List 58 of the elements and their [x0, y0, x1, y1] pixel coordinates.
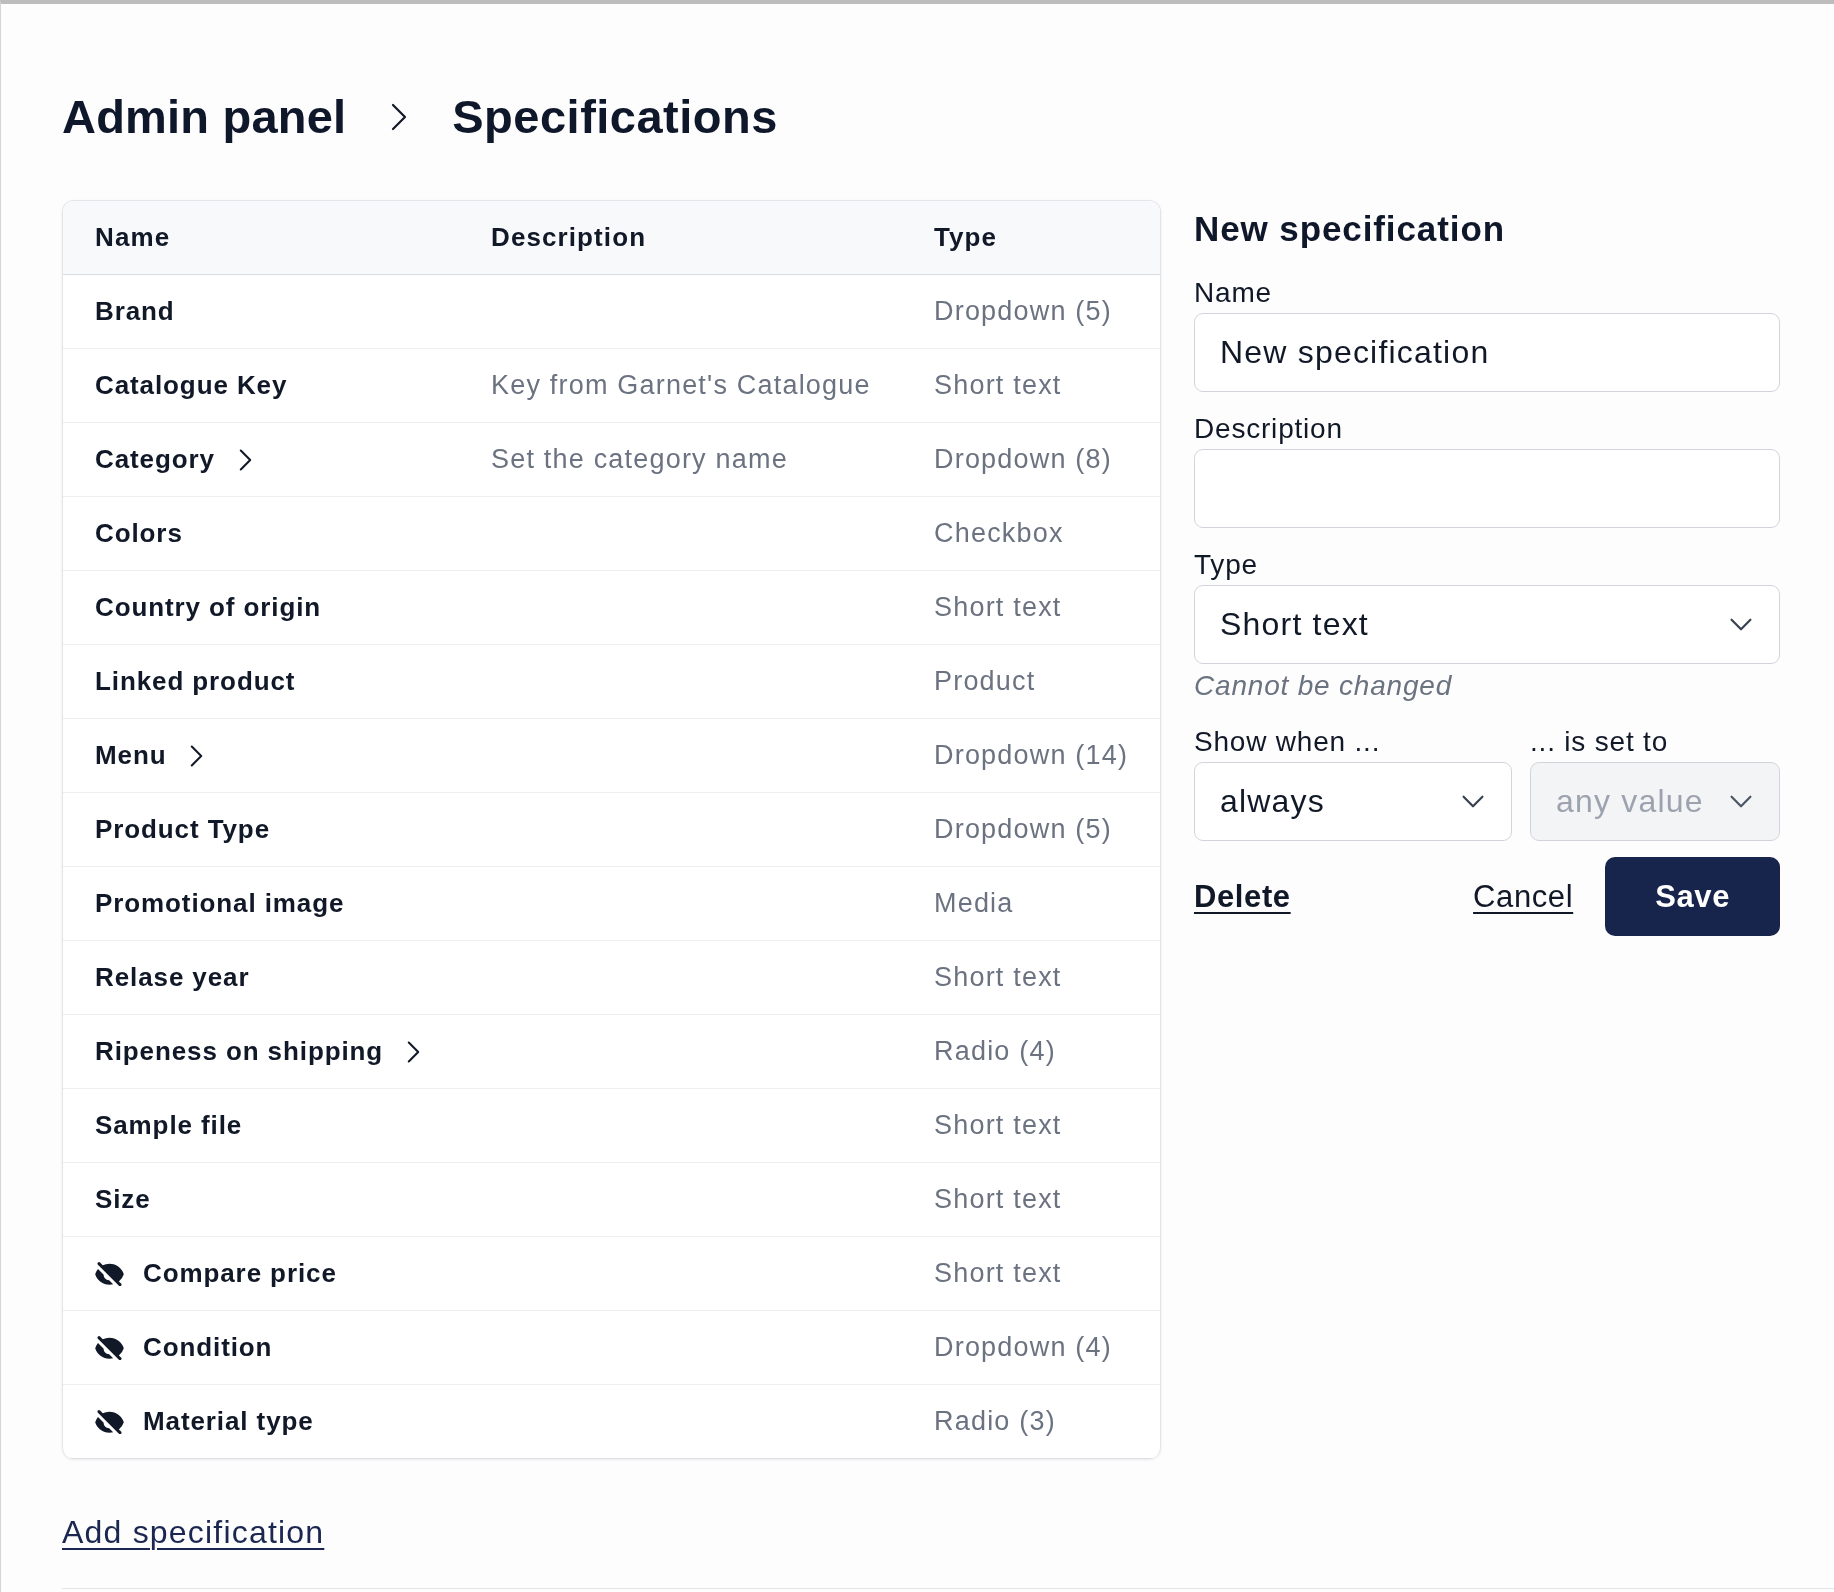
spec-name: Product Type [95, 814, 270, 845]
column-header: Type [934, 222, 999, 253]
spec-type: Dropdown (4) [934, 1332, 1112, 1362]
chevron-down-icon [1730, 795, 1752, 808]
spec-name: Condition [143, 1332, 273, 1363]
field-label: Description [1194, 413, 1344, 445]
breadcrumb-link[interactable]: Admin panel [62, 88, 347, 145]
spec-type: Short text [934, 1258, 1062, 1288]
spec-name: Country of origin [95, 592, 322, 623]
field-note: Cannot be changed [1194, 670, 1454, 702]
spec-name: Colors [95, 518, 183, 549]
chevron-right-icon [391, 102, 408, 131]
delete-link[interactable]: Delete [1194, 878, 1291, 915]
spec-type: Radio (3) [934, 1406, 1056, 1436]
spec-name: Brand [95, 296, 175, 327]
spec-name: Compare price [143, 1258, 337, 1289]
spec-type: Dropdown (5) [934, 814, 1112, 844]
add-specification-link[interactable]: Add specification [62, 1514, 325, 1550]
column-header: Name [95, 222, 172, 253]
chevron-down-icon [1730, 618, 1752, 631]
field-label: Name [1194, 277, 1273, 309]
spec-name: Category [95, 444, 215, 475]
spec-description: Set the category name [491, 444, 788, 474]
spec-name: Promotional image [95, 888, 345, 919]
spec-type: Dropdown (8) [934, 444, 1112, 474]
spec-type: Short text [934, 592, 1062, 622]
save-button[interactable]: Save [1605, 857, 1780, 936]
field-label: Type [1194, 549, 1259, 581]
column-header: Description [491, 222, 648, 253]
spec-name: Menu [95, 740, 167, 771]
spec-type: Media [934, 888, 1014, 918]
page-title: Specifications [452, 89, 778, 145]
chevron-down-icon [1462, 795, 1484, 808]
spec-name: Relase year [95, 962, 250, 993]
spec-type: Short text [934, 370, 1062, 400]
spec-type: Radio (4) [934, 1036, 1056, 1066]
spec-type: Dropdown (5) [934, 296, 1112, 326]
spec-type: Short text [934, 962, 1062, 992]
input-field[interactable]: New specification [1194, 313, 1780, 392]
type-select[interactable]: Short text [1194, 585, 1780, 664]
condition-select[interactable]: always [1194, 762, 1512, 841]
form-title: New specification [1194, 209, 1506, 249]
spec-name: Material type [143, 1406, 314, 1437]
spec-name: Sample file [95, 1110, 243, 1141]
spec-name: Ripeness on shipping [95, 1036, 384, 1067]
spec-type: Short text [934, 1184, 1062, 1214]
spec-name: Linked product [95, 666, 296, 697]
spec-name: Size [95, 1184, 151, 1215]
spec-type: Dropdown (14) [934, 740, 1129, 770]
spec-name: Catalogue Key [95, 370, 288, 401]
cancel-link[interactable]: Cancel [1473, 878, 1574, 915]
field-label: Show when ... [1194, 726, 1382, 758]
input-field[interactable] [1194, 449, 1780, 528]
spec-type: Short text [934, 1110, 1062, 1140]
spec-type: Product [934, 666, 1036, 696]
spec-description: Key from Garnet's Catalogue [491, 370, 871, 400]
spec-type: Checkbox [934, 518, 1064, 548]
field-label: ... is set to [1530, 726, 1669, 758]
